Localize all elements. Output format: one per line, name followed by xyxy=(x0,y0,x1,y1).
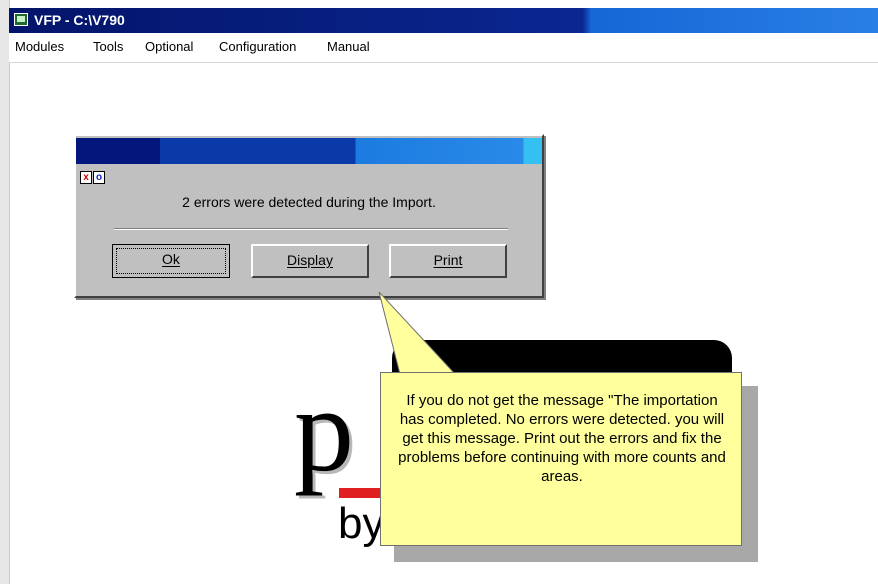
display-button[interactable]: Display xyxy=(251,244,369,278)
desktop-screen: VFP - C:\V790 Modules Tools Optional Con… xyxy=(0,0,878,584)
help-callout: If you do not get the message "The impor… xyxy=(380,372,742,546)
menu-manual[interactable]: Manual xyxy=(327,39,370,54)
menu-optional[interactable]: Optional xyxy=(145,39,193,54)
print-button[interactable]: Print xyxy=(389,244,507,278)
window-title: VFP - C:\V790 xyxy=(34,12,125,28)
logo-byline: by xyxy=(338,499,385,548)
dialog-title-bar[interactable] xyxy=(76,138,542,164)
dialog-window-controls: xo xyxy=(80,167,106,184)
minimize-icon[interactable]: o xyxy=(93,171,105,184)
menu-tools[interactable]: Tools xyxy=(93,39,123,54)
dialog-separator xyxy=(114,228,508,230)
window-title-bar[interactable]: VFP - C:\V790 xyxy=(9,8,878,33)
print-button-label: Print xyxy=(433,252,463,268)
logo-letters: p xyxy=(294,363,354,496)
display-button-label: Display xyxy=(287,252,333,268)
callout-text: If you do not get the message "The impor… xyxy=(398,392,726,485)
import-errors-dialog: xo 2 errors were detected during the Imp… xyxy=(74,134,544,298)
menu-modules[interactable]: Modules xyxy=(15,39,64,54)
close-icon[interactable]: x xyxy=(80,171,92,184)
window-left-frame xyxy=(0,0,10,584)
app-icon xyxy=(14,13,28,26)
menu-configuration[interactable]: Configuration xyxy=(219,39,296,54)
menu-bar: Modules Tools Optional Configuration Man… xyxy=(9,33,878,63)
ok-button-label: Ok xyxy=(162,251,180,267)
callout-pointer xyxy=(378,292,456,374)
dialog-message: 2 errors were detected during the Import… xyxy=(182,194,436,210)
logo-accent-bar xyxy=(339,488,383,498)
ok-button[interactable]: Ok xyxy=(112,244,230,278)
